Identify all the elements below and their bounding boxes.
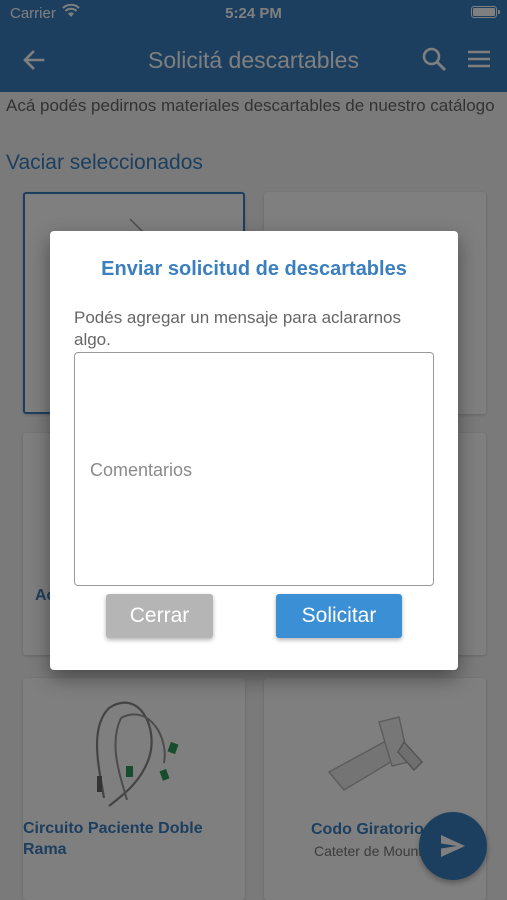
request-dialog: Enviar solicitud de descartables Podés a…: [50, 231, 458, 670]
close-button[interactable]: Cerrar: [106, 594, 213, 638]
submit-button[interactable]: Solicitar: [276, 594, 402, 638]
dialog-message: Podés agregar un mensaje para aclararnos…: [74, 308, 401, 349]
dialog-title: Enviar solicitud de descartables: [101, 258, 407, 280]
comments-field[interactable]: [74, 352, 434, 586]
